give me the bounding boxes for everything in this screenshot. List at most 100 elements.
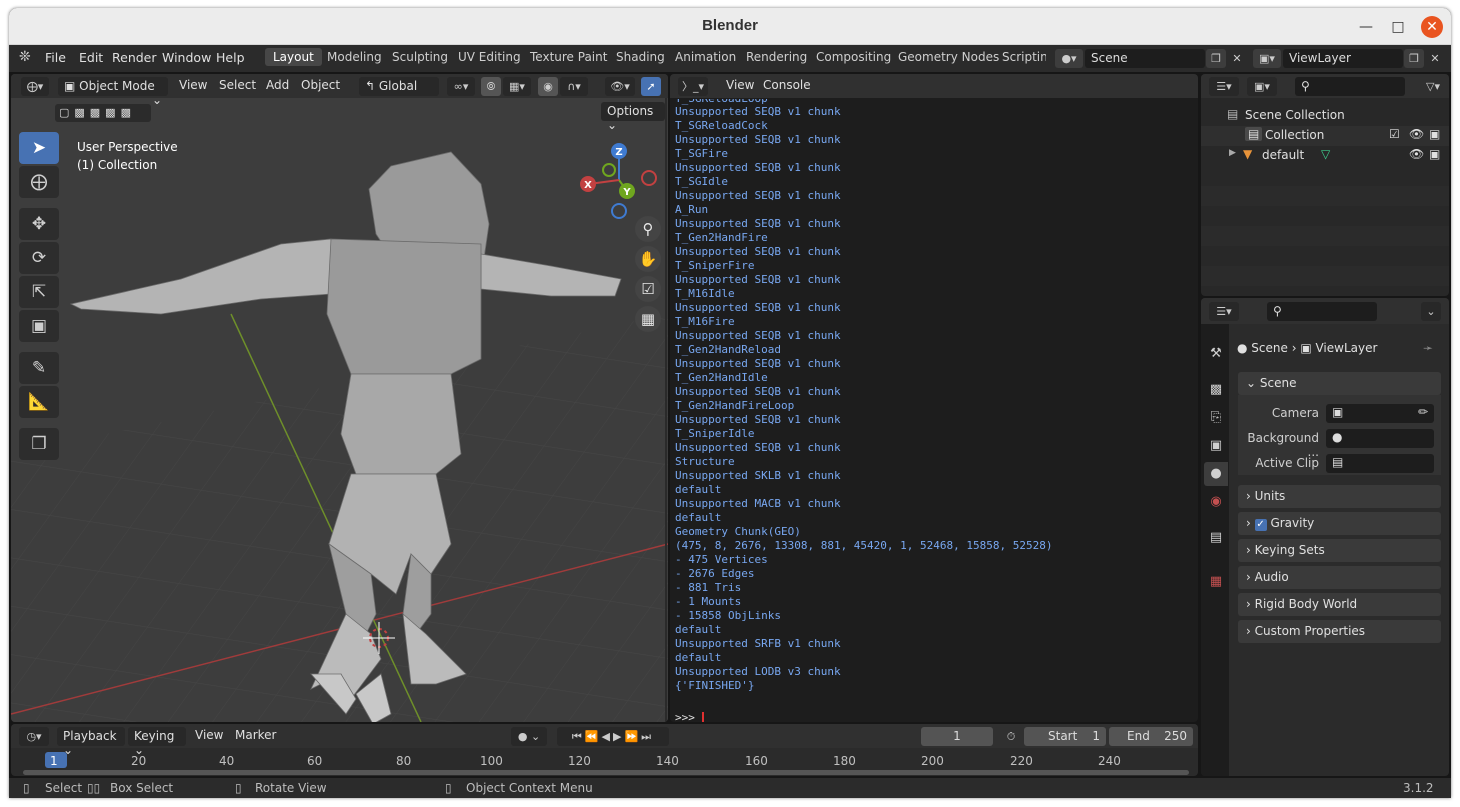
rotate-tool-icon[interactable]: ⟳ — [19, 242, 59, 274]
tab-layout[interactable]: Layout — [265, 48, 322, 66]
viewport-menu-view[interactable]: View — [179, 78, 207, 92]
timeline[interactable]: ◷▾ Playback ⌄ Keying ⌄ View Marker ● ⌄ ⏮… — [11, 724, 1198, 776]
perspective-grid-icon[interactable]: ▦ — [635, 306, 661, 332]
playback-dropdown[interactable]: Playback ⌄ — [57, 727, 125, 757]
eye-icon[interactable]: 👁 — [1409, 127, 1424, 141]
render-tab-icon[interactable]: ▩ — [1204, 378, 1228, 402]
rigid-body-world-panel[interactable]: › Rigid Body World — [1238, 593, 1441, 616]
current-frame-field[interactable]: 1 — [921, 727, 993, 746]
close-icon[interactable]: ✕ — [1421, 16, 1443, 38]
keying-dropdown[interactable]: Keying ⌄ — [128, 727, 186, 757]
tool-tab-icon[interactable]: ⚒ — [1204, 342, 1228, 366]
transform-tool-icon[interactable]: ▣ — [19, 310, 59, 342]
maximize-icon[interactable]: □ — [1387, 16, 1409, 38]
jump-end-icon[interactable]: ⏭ — [641, 730, 654, 743]
properties-editor[interactable]: ☰▾ ⚲ ⌄ ⚒ ▩ ⎘ ▣ ● ◉ ▤ ▦ ● Scene › ▣ ViewL… — [1201, 298, 1449, 776]
console-menu-console[interactable]: Console — [763, 78, 811, 92]
play-icon[interactable]: ▶ — [613, 730, 624, 743]
pivot-point-icon[interactable]: ∞▾ — [447, 77, 475, 96]
outliner-row-collection[interactable]: ▤ Collection ☑ 👁 ▣ — [1201, 126, 1449, 146]
tab-geometry-nodes[interactable]: Geometry Nodes — [898, 50, 999, 64]
console-menu-view[interactable]: View — [726, 78, 754, 92]
orientation-dropdown[interactable]: ↰ Global — [359, 77, 439, 96]
viewport-menu-object[interactable]: Object — [301, 78, 340, 92]
menu-file[interactable]: File — [45, 50, 66, 65]
editor-type-icon[interactable]: ⨁▾ — [21, 77, 49, 96]
annotate-tool-icon[interactable]: ✎ — [19, 352, 59, 384]
next-keyframe-icon[interactable]: ⏩ — [624, 730, 641, 743]
new-view-layer-icon[interactable]: ❐ — [1404, 49, 1424, 68]
audio-panel[interactable]: › Audio — [1238, 566, 1441, 589]
gravity-panel[interactable]: › ✓ Gravity — [1238, 512, 1441, 535]
move-tool-icon[interactable]: ✥ — [19, 208, 59, 240]
delete-scene-icon[interactable]: ✕ — [1227, 49, 1247, 68]
new-scene-icon[interactable]: ❐ — [1206, 49, 1226, 68]
playback-controls[interactable]: ⏮⏪◀▶⏩⏭ — [557, 727, 669, 746]
outliner-row-default[interactable]: ▶ ▼ default ▽ 👁 ▣ — [1201, 146, 1449, 166]
navigation-gizmo[interactable]: Z Y X — [579, 138, 668, 228]
console-editor-type-icon[interactable]: 〉_▾ — [678, 77, 708, 96]
scene-name-field[interactable]: Scene — [1085, 49, 1205, 68]
3d-viewport[interactable]: ⨁▾ ▣ Object Mode ⌄ View Select Add Object… — [11, 74, 668, 722]
falloff-icon[interactable]: ∩▾ — [560, 77, 588, 96]
end-frame-field[interactable]: End 250 — [1109, 727, 1193, 746]
scene-tab-icon[interactable]: ● — [1204, 462, 1228, 486]
measure-tool-icon[interactable]: 📐 — [19, 386, 59, 418]
tab-modeling[interactable]: Modeling — [327, 50, 382, 64]
keying-sets-panel[interactable]: › Keying Sets — [1238, 539, 1441, 562]
outliner-editor-type-icon[interactable]: ☰▾ — [1209, 77, 1239, 96]
camera-icon[interactable]: ▣ — [1429, 147, 1440, 161]
python-console[interactable]: 〉_▾ View Console T_SGReloadLoopUnsupport… — [670, 74, 1198, 722]
start-frame-field[interactable]: Start 1 — [1024, 727, 1106, 746]
jump-start-icon[interactable]: ⏮ — [572, 730, 585, 743]
tab-uv-editing[interactable]: UV Editing — [458, 50, 521, 64]
gizmo-toggle-icon[interactable]: ➚ — [641, 77, 661, 96]
delete-view-layer-icon[interactable]: ✕ — [1425, 49, 1445, 68]
menu-help[interactable]: Help — [216, 50, 245, 65]
expand-arrow-icon[interactable]: ▶ — [1229, 148, 1236, 158]
menu-render[interactable]: Render — [112, 50, 157, 65]
snap-target-icon[interactable]: ▦▾ — [503, 77, 531, 96]
stopwatch-icon[interactable]: ⏱ — [1001, 727, 1021, 746]
background-scene-field[interactable]: ● — [1326, 429, 1434, 448]
auto-keying-icon[interactable]: ● ⌄ — [511, 727, 547, 746]
cursor-tool-icon[interactable]: ⨁ — [19, 166, 59, 198]
properties-options-icon[interactable]: ⌄ — [1421, 302, 1441, 321]
output-tab-icon[interactable]: ⎘ — [1204, 406, 1228, 430]
options-dropdown[interactable]: Options ⌄ — [601, 102, 665, 132]
tab-texture-paint[interactable]: Texture Paint — [530, 50, 607, 64]
pan-hand-icon[interactable]: ✋ — [635, 246, 661, 272]
outliner-search-input[interactable]: ⚲ — [1295, 77, 1405, 96]
display-mode-icon[interactable]: ▣▾ — [1247, 77, 1277, 96]
texture-tab-icon[interactable]: ▦ — [1204, 570, 1228, 594]
prev-keyframe-icon[interactable]: ⏪ — [585, 730, 602, 743]
timeline-menu-view[interactable]: View — [195, 728, 223, 742]
tab-animation[interactable]: Animation — [675, 50, 736, 64]
tab-scripting[interactable]: Scripting — [1002, 50, 1046, 64]
active-clip-field[interactable]: ▤ — [1326, 454, 1434, 473]
snap-toggle-icon[interactable]: ⦾ — [481, 77, 501, 96]
view-layer-selector-icon[interactable]: ▣▾ — [1253, 49, 1281, 68]
eye-icon[interactable]: 👁 — [1409, 147, 1424, 161]
camera-icon[interactable]: ▣ — [1429, 127, 1440, 141]
timeline-scrollbar[interactable] — [23, 770, 1189, 775]
collection-tab-icon[interactable]: ▤ — [1204, 526, 1228, 550]
scene-selector-icon[interactable]: ●▾ — [1055, 49, 1083, 68]
tab-rendering[interactable]: Rendering — [746, 50, 807, 64]
blender-logo-icon[interactable]: ❊ — [19, 49, 31, 65]
outliner[interactable]: ☰▾ ▣▾ ⚲ ▽▾ ▤ Scene Collection ▤ Collecti… — [1201, 74, 1449, 296]
world-tab-icon[interactable]: ◉ — [1204, 490, 1228, 514]
play-reverse-icon[interactable]: ◀ — [602, 730, 613, 743]
select-tool-icon[interactable]: ➤ — [19, 132, 59, 164]
console-prompt[interactable]: >>> — [675, 711, 704, 722]
outliner-row-scene-collection[interactable]: ▤ Scene Collection — [1201, 106, 1449, 126]
properties-editor-type-icon[interactable]: ☰▾ — [1209, 302, 1239, 321]
tab-sculpting[interactable]: Sculpting — [392, 50, 448, 64]
viewport-menu-add[interactable]: Add — [266, 78, 289, 92]
gravity-checkbox[interactable]: ✓ — [1254, 519, 1267, 531]
timeline-menu-marker[interactable]: Marker — [235, 728, 276, 742]
selection-mode-buttons[interactable]: ▢▩▩▩▩ — [55, 104, 151, 122]
minimize-icon[interactable]: — — [1355, 16, 1377, 38]
units-panel[interactable]: › Units — [1238, 485, 1441, 508]
timeline-editor-type-icon[interactable]: ◷▾ — [19, 727, 49, 746]
